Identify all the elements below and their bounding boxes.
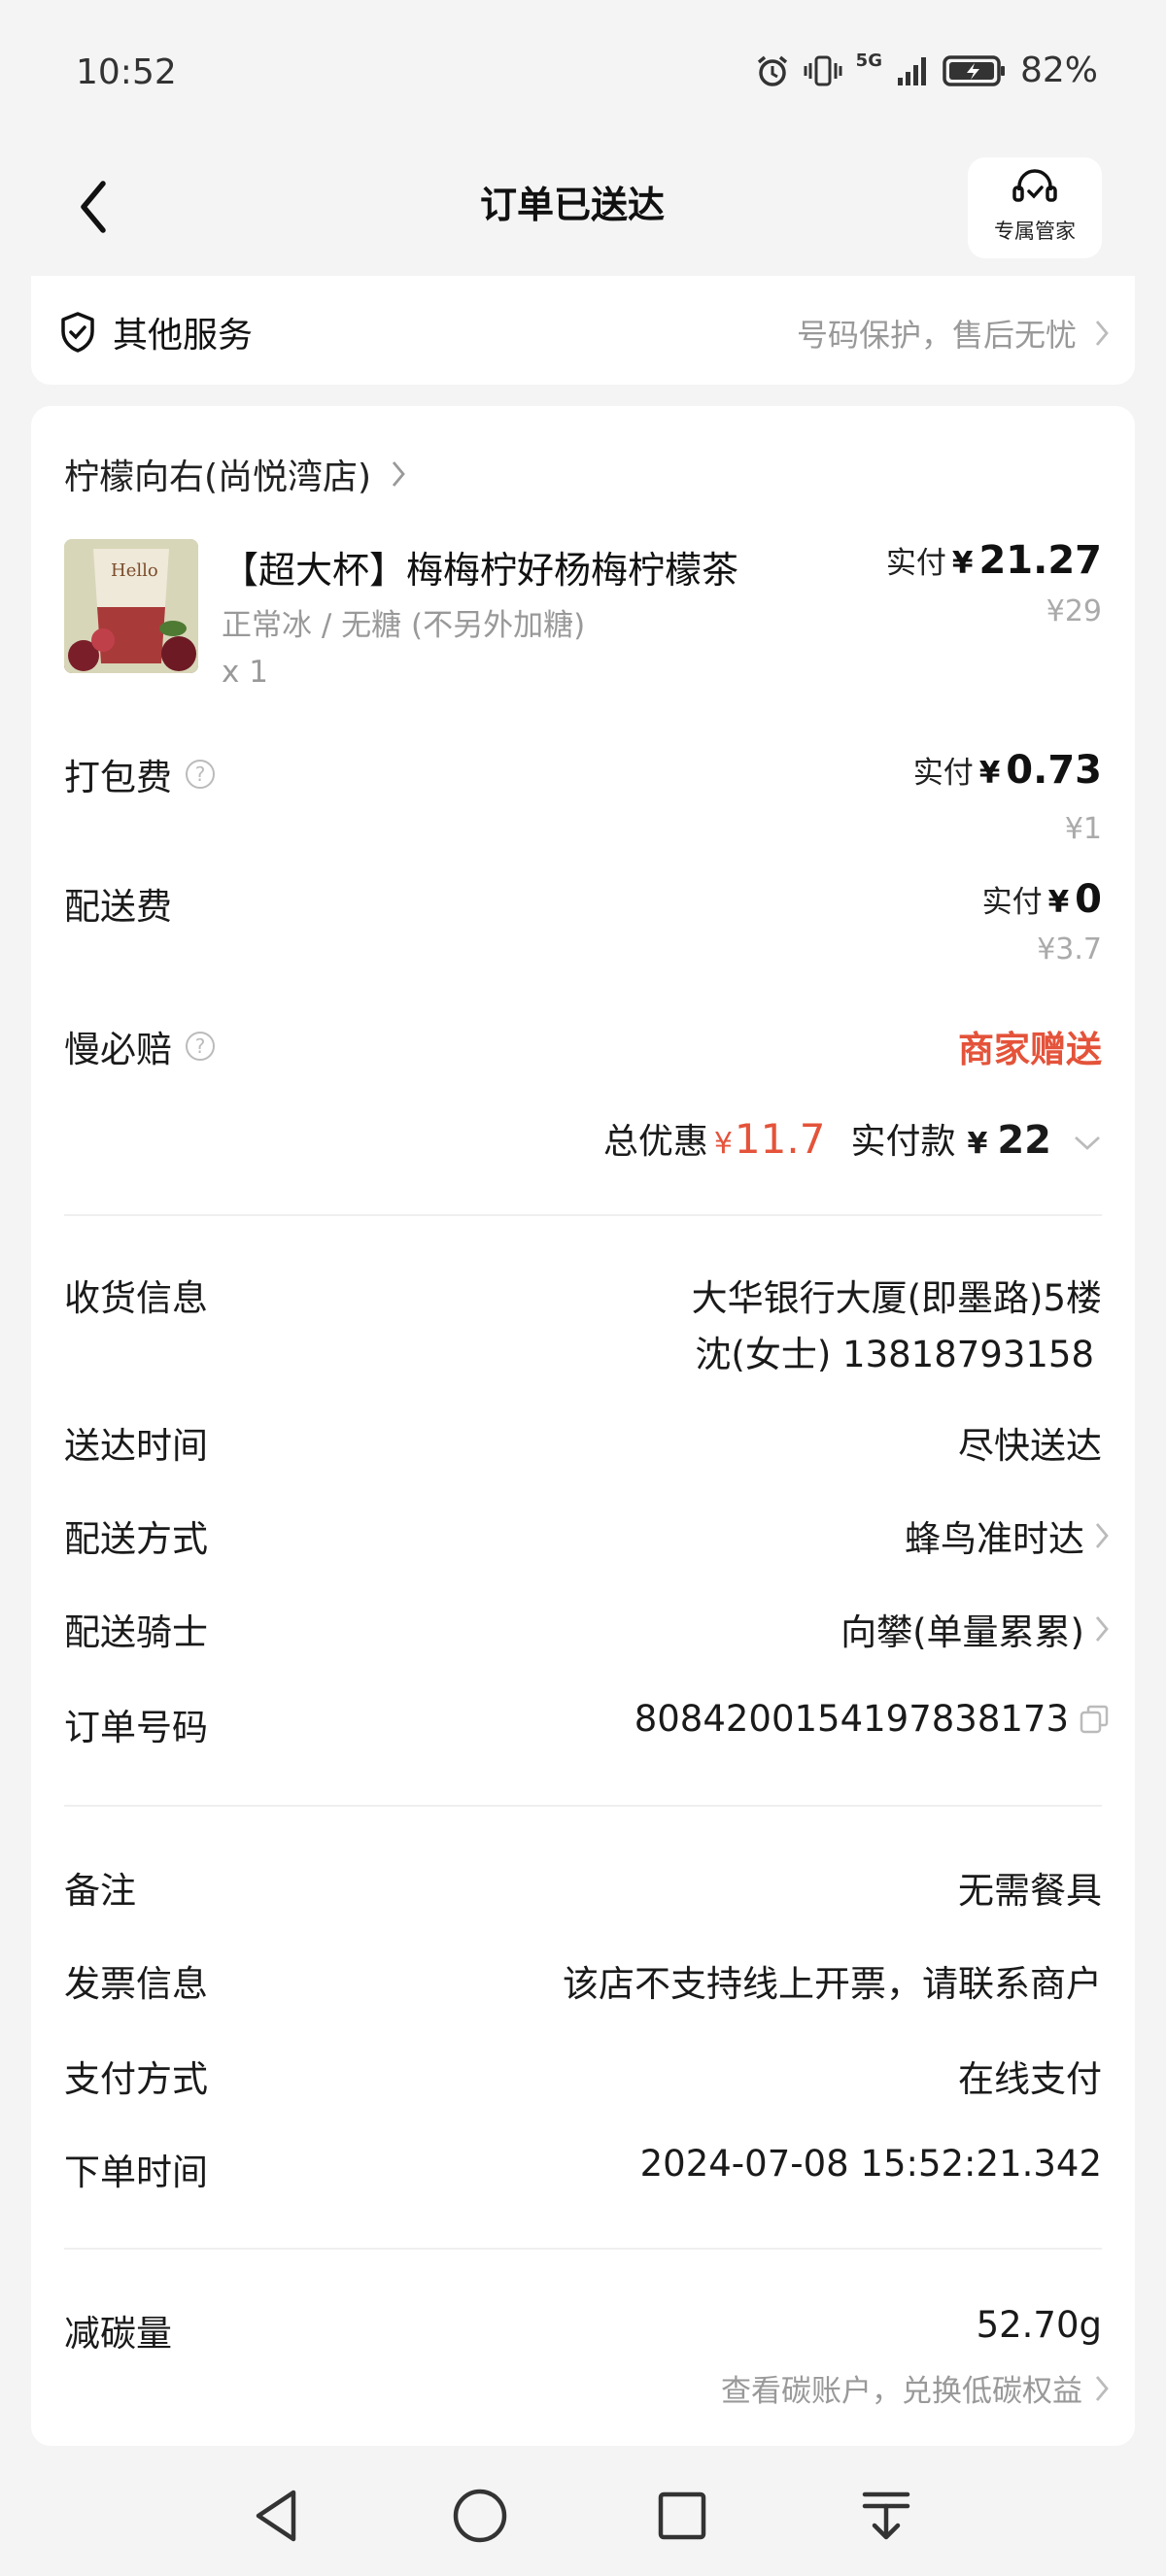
home-circle-icon[interactable]: [449, 2485, 511, 2547]
chevron-right-icon: [393, 461, 405, 487]
rider-value: 向攀(单量累累): [840, 1611, 1084, 1653]
notification-pulldown-icon[interactable]: [855, 2485, 917, 2547]
total-paid-amount: 22: [997, 1118, 1051, 1163]
help-icon[interactable]: ?: [186, 760, 215, 789]
receiver-address: 大华银行大厦(即墨路)5楼: [691, 1277, 1102, 1319]
total-currency: ¥: [967, 1127, 988, 1161]
note-label: 备注: [64, 1870, 136, 1912]
payment-method-label: 支付方式: [64, 2058, 208, 2100]
back-triangle-icon[interactable]: [247, 2485, 309, 2547]
carbon-account-link[interactable]: 查看碳账户，兑换低碳权益: [721, 2366, 1110, 2410]
status-bar: 10:52 5G 82%: [0, 0, 1166, 146]
totals-row[interactable]: 总优惠 ¥ 11.7 实付款 ¥ 22: [603, 1113, 1102, 1164]
status-icons: 5G 82%: [755, 51, 1098, 90]
system-navigation-bar: [0, 2450, 1166, 2576]
receiver-contact: 沈(女士) 13818793158: [695, 1334, 1094, 1375]
slow-comp-label: 慢必赔: [64, 1029, 172, 1070]
chevron-right-icon: [1095, 321, 1109, 346]
packing-fee-label-group: 打包费 ?: [64, 748, 215, 800]
slow-comp-label-group: 慢必赔 ?: [64, 1020, 215, 1072]
product-spec: 正常冰 / 无糖 (不另外加糖): [222, 608, 586, 643]
shop-name: 柠檬向右(尚悦湾店): [64, 458, 372, 497]
discount-currency: ¥: [713, 1127, 733, 1161]
total-paid-label: 实付款: [850, 1122, 956, 1162]
nav-bar: 订单已送达 专属管家: [0, 146, 1166, 272]
services-card[interactable]: 其他服务 号码保护，售后无忧: [31, 276, 1135, 385]
delivery-method-value: 蜂鸟准时达: [905, 1518, 1084, 1560]
packing-original-price: ¥1: [1064, 812, 1102, 846]
services-title-group: 其他服务: [58, 307, 253, 357]
dedicated-butler-button[interactable]: 专属管家: [968, 157, 1102, 258]
slow-comp-value: 商家赠送: [958, 1029, 1102, 1070]
delivery-method-link[interactable]: 蜂鸟准时达: [905, 1509, 1110, 1562]
vibrate-icon: [804, 55, 842, 85]
product-quantity: x 1: [222, 655, 268, 690]
delivery-time-label: 送达时间: [64, 1425, 208, 1467]
paid-amount: 0.73: [1006, 748, 1102, 793]
invoice-value: 该店不支持线上开票，请联系商户: [563, 1963, 1102, 2005]
currency-symbol: ¥: [1047, 885, 1070, 920]
product-original-price: ¥29: [1046, 594, 1102, 628]
order-time-value: 2024-07-08 15:52:21.342: [639, 2143, 1102, 2185]
copy-icon[interactable]: [1079, 1704, 1110, 1735]
network-type: 5G: [855, 51, 882, 71]
butler-label: 专属管家: [994, 220, 1076, 243]
divider: [64, 1214, 1102, 1216]
receiver-label: 收货信息: [64, 1277, 208, 1319]
chevron-down-icon: [1075, 1135, 1100, 1150]
tea-cup-image: Hello: [64, 539, 198, 673]
delivery-original-price: ¥3.7: [1037, 932, 1102, 966]
product-image[interactable]: Hello: [64, 539, 198, 673]
shop-link[interactable]: 柠檬向右(尚悦湾店): [64, 449, 406, 499]
discount-amount: 11.7: [734, 1115, 826, 1163]
paid-label: 实付: [981, 885, 1043, 920]
carbon-link-text: 查看碳账户，兑换低碳权益: [721, 2374, 1082, 2409]
services-title: 其他服务: [113, 316, 254, 356]
alarm-icon: [757, 55, 787, 86]
services-subtitle-group: 号码保护，售后无忧: [797, 311, 1110, 356]
delivery-method-label: 配送方式: [64, 1518, 208, 1560]
currency-symbol: ¥: [978, 756, 1001, 791]
packing-fee-label: 打包费: [64, 757, 172, 798]
paid-amount: 21.27: [978, 538, 1102, 583]
battery-icon: [943, 54, 1005, 86]
currency-symbol: ¥: [951, 546, 974, 581]
paid-amount: 0: [1075, 877, 1102, 922]
divider: [64, 1805, 1102, 1807]
order-number-group: 8084200154197838173: [634, 1698, 1110, 1740]
rider-label: 配送骑士: [64, 1611, 208, 1653]
order-card: 柠檬向右(尚悦湾店) Hello 【超大杯】梅梅柠好杨梅柠檬茶 正常冰 / 无糖…: [31, 406, 1135, 2446]
carbon-value: 52.70g: [976, 2304, 1102, 2346]
help-icon[interactable]: ?: [186, 1032, 215, 1061]
order-time-label: 下单时间: [64, 2152, 208, 2193]
delivery-time-value: 尽快送达: [958, 1425, 1102, 1467]
chevron-right-icon: [1095, 2375, 1109, 2401]
signal-icon: [897, 56, 926, 85]
note-value: 无需餐具: [958, 1870, 1102, 1912]
battery-level: 82%: [1019, 51, 1098, 90]
delivery-fee-label: 配送费: [64, 886, 172, 928]
invoice-label: 发票信息: [64, 1963, 208, 2005]
order-number-value: 8084200154197838173: [634, 1698, 1069, 1740]
divider: [64, 2248, 1102, 2250]
status-time: 10:52: [76, 52, 177, 92]
discount-label: 总优惠: [602, 1122, 708, 1162]
product-name: 【超大杯】梅梅柠好杨梅柠檬茶: [222, 549, 739, 592]
services-subtitle: 号码保护，售后无忧: [796, 317, 1077, 354]
recents-square-icon[interactable]: [651, 2485, 713, 2547]
payment-method-value: 在线支付: [958, 2058, 1102, 2100]
product-image-text: Hello: [111, 560, 158, 581]
paid-label: 实付: [885, 546, 946, 581]
paid-label: 实付: [912, 756, 974, 791]
headset-icon: [1012, 169, 1057, 202]
shield-check-icon: [61, 312, 94, 353]
product-paid-price: 实付 ¥ 21.27: [886, 538, 1102, 583]
chevron-right-icon: [1095, 1616, 1109, 1642]
order-number-label: 订单号码: [64, 1707, 208, 1748]
rider-link[interactable]: 向攀(单量累累): [840, 1603, 1110, 1655]
packing-paid-price: 实付 ¥ 0.73: [913, 748, 1102, 793]
carbon-label: 减碳量: [64, 2313, 172, 2355]
chevron-right-icon: [1095, 1523, 1109, 1548]
delivery-paid-price: 实付 ¥ 0: [982, 877, 1102, 922]
